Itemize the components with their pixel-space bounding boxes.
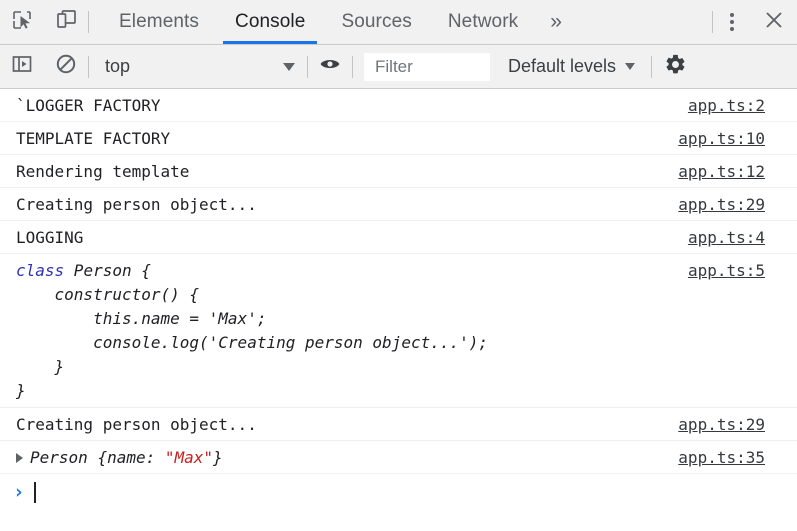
more-options-icon [730, 13, 734, 17]
console-message-row[interactable]: Rendering template app.ts:12 [0, 155, 797, 188]
close-devtools-button[interactable] [751, 0, 797, 44]
console-message-text: Creating person object... [16, 195, 257, 214]
console-sidebar-toggle-button[interactable] [0, 45, 44, 89]
tab-console-label: Console [235, 11, 306, 32]
console-message-text: TEMPLATE FACTORY [16, 129, 171, 148]
tab-sources-label: Sources [341, 11, 412, 32]
log-levels-label: Default levels [508, 56, 617, 76]
chevron-down-icon [625, 63, 636, 70]
console-message-text: Rendering template [16, 162, 190, 181]
console-message-text: `LOGGER FACTORY [16, 96, 161, 115]
close-icon [763, 9, 785, 36]
object-property-key: {name: [97, 448, 165, 467]
tabbar-divider-left [88, 11, 89, 33]
console-message-text: Creating person object... [16, 415, 257, 434]
clear-console-button[interactable] [44, 45, 88, 89]
console-prompt[interactable]: › [0, 474, 797, 510]
console-sidebar-toggle-icon [11, 53, 33, 80]
console-message-row[interactable]: TEMPLATE FACTORY app.ts:10 [0, 122, 797, 155]
console-code-block-row[interactable]: class Person { constructor() { this.name… [0, 254, 797, 408]
tab-elements-label: Elements [119, 11, 200, 32]
code-keyword: class [16, 261, 65, 280]
console-message-row[interactable]: `LOGGER FACTORY app.ts:2 [0, 89, 797, 122]
console-log-area[interactable]: `LOGGER FACTORY app.ts:2 TEMPLATE FACTOR… [0, 89, 797, 529]
console-toolbar: top Filter Default levels [0, 45, 797, 89]
text-cursor [34, 481, 37, 503]
live-expression-button[interactable] [308, 45, 352, 89]
expand-triangle-icon[interactable] [16, 453, 23, 463]
toolbar-divider-3 [352, 55, 353, 78]
devtools-tabbar: Elements Console Sources Network » [0, 0, 797, 45]
tab-network[interactable]: Network [430, 0, 536, 44]
source-location-link[interactable]: app.ts:29 [678, 193, 797, 216]
tab-sources[interactable]: Sources [323, 0, 429, 44]
chevron-double-right-icon: » [550, 10, 562, 33]
execution-context-value: top [105, 56, 131, 76]
more-options-icon-dot2 [730, 20, 734, 24]
prompt-chevron-icon: › [13, 480, 25, 503]
inspect-element-button[interactable] [0, 0, 44, 44]
console-object-text: Person {name: "Max"} [0, 446, 678, 469]
object-close-brace: } [213, 448, 223, 467]
console-code-text: class Person { constructor() { this.name… [0, 259, 688, 403]
tab-network-label: Network [447, 11, 519, 32]
tabbar-spacer [576, 0, 712, 44]
device-toolbar-icon [55, 8, 78, 36]
source-location-link[interactable]: app.ts:10 [678, 127, 797, 150]
console-settings-button[interactable] [652, 45, 698, 89]
source-location-link[interactable]: app.ts:29 [678, 413, 797, 436]
filter-input[interactable]: Filter [364, 52, 490, 81]
toggle-device-toolbar-button[interactable] [44, 0, 88, 44]
panel-tabs: Elements Console Sources Network » [101, 0, 576, 44]
more-options-icon-dot3 [730, 27, 734, 31]
more-options-button[interactable] [713, 0, 751, 44]
tab-console[interactable]: Console [217, 0, 323, 44]
source-location-link[interactable]: app.ts:35 [678, 446, 797, 469]
execution-context-select[interactable]: top [89, 45, 307, 89]
console-message-row[interactable]: Creating person object... app.ts:29 [0, 408, 797, 441]
code-body: Person { constructor() { this.name = 'Ma… [16, 261, 489, 400]
source-location-link[interactable]: app.ts:4 [688, 226, 797, 249]
filter-input-placeholder: Filter [375, 56, 413, 76]
tab-elements[interactable]: Elements [101, 0, 217, 44]
chevron-down-icon [283, 62, 295, 71]
source-location-link[interactable]: app.ts:2 [688, 94, 797, 117]
object-constructor-name: Person [30, 448, 98, 467]
source-location-link[interactable]: app.ts:12 [678, 160, 797, 183]
clear-console-icon [55, 53, 77, 80]
inspect-cursor-icon [11, 9, 33, 36]
settings-gear-icon [664, 53, 687, 81]
live-expression-eye-icon [319, 53, 341, 80]
log-levels-select[interactable]: Default levels [508, 56, 636, 77]
console-message-text: LOGGING [16, 228, 84, 247]
console-message-row[interactable]: LOGGING app.ts:4 [0, 221, 797, 254]
more-tabs-button[interactable]: » [536, 0, 576, 44]
console-message-row[interactable]: Creating person object... app.ts:29 [0, 188, 797, 221]
object-property-value: "Max" [164, 448, 214, 467]
source-location-link[interactable]: app.ts:5 [688, 259, 797, 282]
console-object-row[interactable]: Person {name: "Max"} app.ts:35 [0, 441, 797, 474]
